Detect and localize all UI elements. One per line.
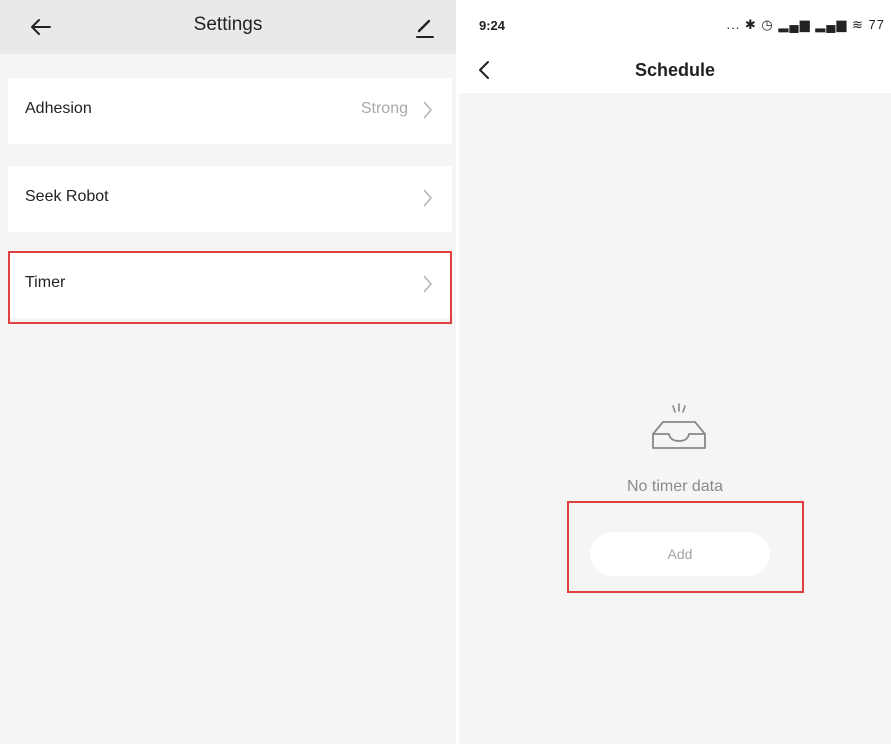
status-icons: ... ✱ ◷ ▂▄▆ ▂▄▆ ≋ 77 bbox=[726, 17, 885, 32]
settings-screen: Settings Adhesion Strong Seek Robot Time… bbox=[0, 0, 456, 744]
settings-item-label: Adhesion bbox=[25, 100, 92, 117]
schedule-nav-bar: Schedule bbox=[459, 48, 891, 93]
page-title: Schedule bbox=[634, 60, 716, 80]
settings-item-seek-robot[interactable]: Seek Robot bbox=[8, 166, 452, 232]
settings-item-adhesion[interactable]: Adhesion Strong bbox=[8, 78, 452, 144]
adhesion-value: Strong bbox=[360, 100, 408, 117]
add-timer-button[interactable]: Add bbox=[590, 532, 770, 576]
chevron-right-icon bbox=[423, 275, 433, 293]
settings-item-timer[interactable]: Timer bbox=[8, 252, 452, 318]
settings-header: Settings bbox=[0, 0, 456, 54]
chevron-right-icon bbox=[423, 189, 433, 207]
schedule-screen: 9:24 ... ✱ ◷ ▂▄▆ ▂▄▆ ≋ 77 Schedule No ti… bbox=[459, 0, 891, 744]
status-time: 9:24 bbox=[479, 18, 506, 33]
empty-inbox-icon bbox=[652, 403, 706, 449]
edit-icon[interactable] bbox=[410, 12, 440, 42]
settings-item-label: Timer bbox=[25, 274, 66, 291]
page-title: Settings bbox=[193, 14, 263, 35]
status-bar: 9:24 ... ✱ ◷ ▂▄▆ ▂▄▆ ≋ 77 bbox=[459, 0, 891, 48]
settings-item-label: Seek Robot bbox=[25, 188, 109, 205]
empty-state-text: No timer data bbox=[626, 478, 724, 495]
chevron-right-icon bbox=[423, 101, 433, 119]
